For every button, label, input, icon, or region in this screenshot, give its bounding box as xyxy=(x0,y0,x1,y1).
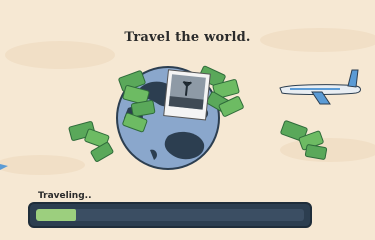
progress-fill xyxy=(36,209,77,221)
airplane-icon xyxy=(279,69,361,105)
page-title: Travel the world. xyxy=(124,30,251,45)
loading-label: Traveling.. xyxy=(38,191,92,201)
progress-inner xyxy=(36,209,304,221)
progress-bar xyxy=(28,202,312,228)
loading-screen: Travel the world. Traveling.. xyxy=(0,0,375,240)
polaroid-photo-icon xyxy=(163,69,211,121)
